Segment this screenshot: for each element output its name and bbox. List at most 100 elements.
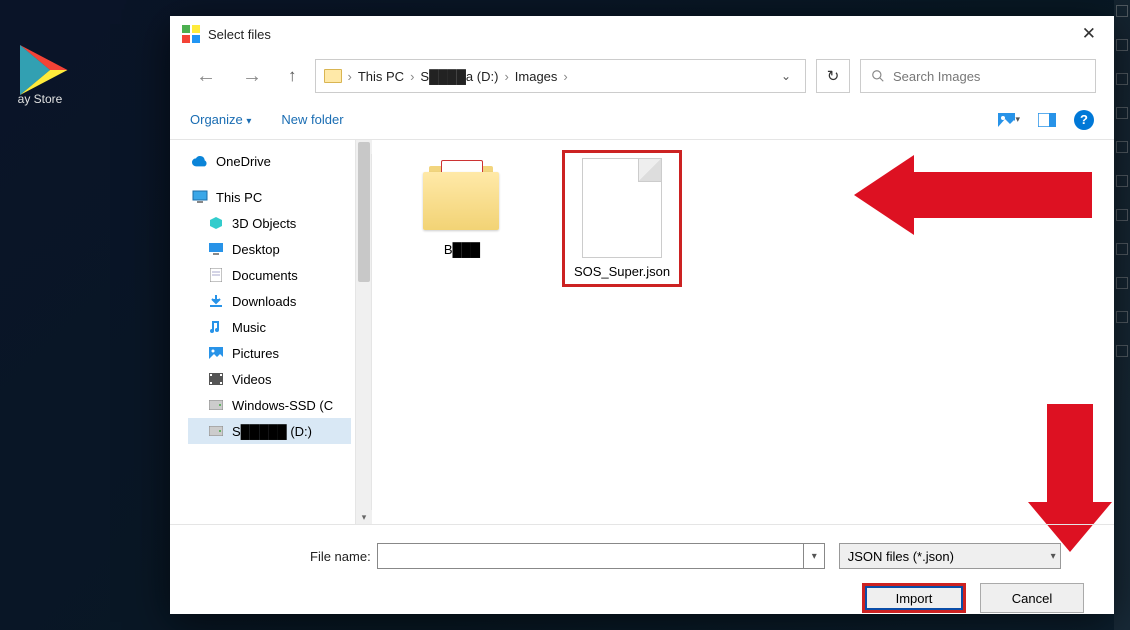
nav-music[interactable]: Music [188, 314, 351, 340]
view-mode-button[interactable]: ▾ [998, 111, 1020, 129]
playstore-label: ay Store [0, 92, 80, 106]
file-type-filter[interactable]: JSON files (*.json) ▾ [839, 543, 1061, 569]
side-icon[interactable] [1116, 243, 1128, 255]
folder-icon [324, 69, 342, 83]
nav-label: OneDrive [216, 154, 271, 169]
chevron-right-icon: › [348, 69, 352, 84]
dialog-title: Select files [208, 27, 271, 42]
file-name: SOS_Super.json [574, 264, 670, 279]
folder-item[interactable]: B███ [402, 150, 522, 265]
emulator-sidebar [1114, 0, 1130, 630]
side-icon[interactable] [1116, 73, 1128, 85]
dialog-body: OneDrive This PC 3D Objects Desktop Docu… [170, 140, 1114, 524]
nav-label: Desktop [232, 242, 280, 257]
address-bar[interactable]: › This PC › S████a (D:) › Images › ⌄ [315, 59, 807, 93]
navigation-pane: OneDrive This PC 3D Objects Desktop Docu… [170, 140, 356, 524]
download-icon [208, 293, 224, 309]
cube-icon [208, 215, 224, 231]
back-button[interactable]: ← [188, 61, 224, 92]
drive-icon [208, 423, 224, 439]
titlebar: Select files ✕ [170, 16, 1114, 52]
dialog-footer: File name: ▾ JSON files (*.json) ▾ Impor… [170, 524, 1114, 614]
nav-drive-d[interactable]: S█████ (D:) [188, 418, 351, 444]
filename-dropdown[interactable]: ▾ [803, 543, 825, 569]
nav-desktop[interactable]: Desktop [188, 236, 351, 262]
nav-drive-c[interactable]: Windows-SSD (C [188, 392, 351, 418]
scroll-down-arrow[interactable]: ▾ [356, 510, 372, 524]
scrollbar-thumb[interactable] [358, 142, 370, 282]
address-row: ← → ↑ › This PC › S████a (D:) › Images ›… [170, 52, 1114, 100]
import-button[interactable]: Import [862, 583, 966, 613]
folder-icon [423, 158, 501, 236]
refresh-button[interactable]: ↻ [816, 59, 850, 93]
side-icon[interactable] [1116, 311, 1128, 323]
search-input[interactable]: Search Images [860, 59, 1096, 93]
nav-label: Downloads [232, 294, 296, 309]
side-icon[interactable] [1116, 345, 1128, 357]
nav-label: S█████ (D:) [232, 424, 312, 439]
nav-3dobjects[interactable]: 3D Objects [188, 210, 351, 236]
playstore-icon[interactable] [15, 40, 75, 100]
search-icon [871, 69, 885, 83]
pictures-icon [208, 345, 224, 361]
nav-label: Documents [232, 268, 298, 283]
file-icon [582, 158, 662, 258]
document-icon [208, 267, 224, 283]
new-folder-button[interactable]: New folder [281, 112, 343, 127]
nav-documents[interactable]: Documents [188, 262, 351, 288]
app-icon [182, 25, 200, 43]
filename-input[interactable] [377, 543, 825, 569]
nav-label: Music [232, 320, 266, 335]
breadcrumb-drive[interactable]: S████a (D:) [420, 69, 498, 84]
breadcrumb-thispc[interactable]: This PC [358, 69, 404, 84]
cloud-icon [192, 153, 208, 169]
breadcrumb-folder[interactable]: Images [515, 69, 558, 84]
filename-label: File name: [310, 549, 371, 564]
chevron-right-icon: › [563, 69, 567, 84]
forward-button[interactable]: → [234, 61, 270, 92]
annotation-arrow-left [912, 172, 1092, 218]
cancel-button[interactable]: Cancel [980, 583, 1084, 613]
side-icon[interactable] [1116, 107, 1128, 119]
nav-thispc[interactable]: This PC [188, 184, 351, 210]
nav-downloads[interactable]: Downloads [188, 288, 351, 314]
file-item-json[interactable]: SOS_Super.json [562, 150, 682, 287]
toolbar: Organize ▾ New folder ▾ ? [170, 100, 1114, 140]
filter-label: JSON files (*.json) [848, 549, 954, 564]
nav-pictures[interactable]: Pictures [188, 340, 351, 366]
organize-menu[interactable]: Organize ▾ [190, 112, 251, 127]
desktop-icon [208, 241, 224, 257]
side-icon[interactable] [1116, 141, 1128, 153]
nav-label: Pictures [232, 346, 279, 361]
side-icon[interactable] [1116, 5, 1128, 17]
pc-icon [192, 189, 208, 205]
nav-onedrive[interactable]: OneDrive [188, 148, 351, 174]
chevron-down-icon[interactable]: ⌄ [775, 65, 797, 87]
nav-label: Videos [232, 372, 272, 387]
side-icon[interactable] [1116, 209, 1128, 221]
music-icon [208, 319, 224, 335]
video-icon [208, 371, 224, 387]
chevron-right-icon: › [504, 69, 508, 84]
help-button[interactable]: ? [1074, 110, 1094, 130]
side-icon[interactable] [1116, 39, 1128, 51]
nav-label: Windows-SSD (C [232, 398, 333, 413]
folder-name: B███ [444, 242, 480, 257]
chevron-down-icon: ▾ [1051, 551, 1056, 562]
side-icon[interactable] [1116, 175, 1128, 187]
file-dialog: Select files ✕ ← → ↑ › This PC › S████a … [170, 16, 1114, 614]
preview-pane-button[interactable] [1036, 111, 1058, 129]
chevron-right-icon: › [410, 69, 414, 84]
nav-videos[interactable]: Videos [188, 366, 351, 392]
caret-down-icon: ▾ [246, 116, 251, 127]
annotation-arrow-down [1040, 404, 1100, 504]
nav-label: 3D Objects [232, 216, 296, 231]
side-icon[interactable] [1116, 277, 1128, 289]
up-button[interactable]: ↑ [280, 62, 305, 90]
search-placeholder: Search Images [893, 69, 980, 84]
nav-label: This PC [216, 190, 262, 205]
navpane-scrollbar[interactable]: ▴ ▾ [356, 140, 372, 524]
close-button[interactable]: ✕ [1076, 24, 1102, 44]
files-area[interactable]: B███ SOS_Super.json [372, 140, 1114, 524]
drive-icon [208, 397, 224, 413]
